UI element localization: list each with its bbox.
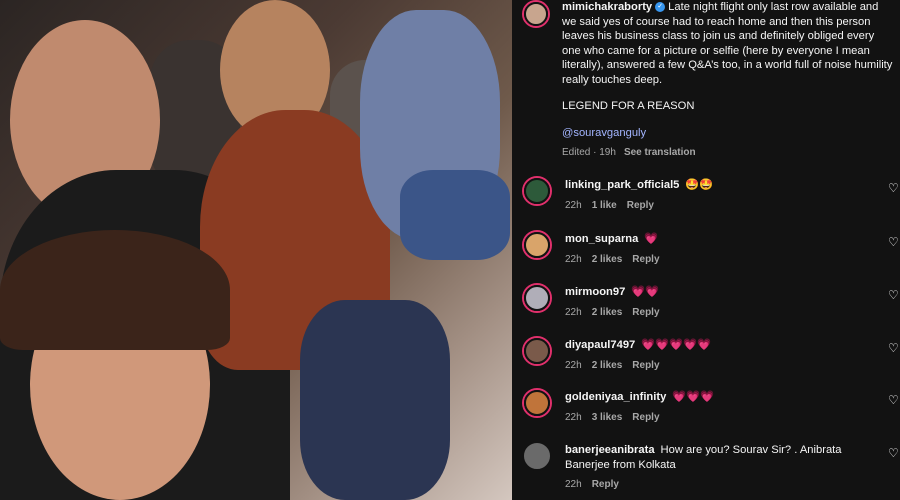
reply-button[interactable]: Reply <box>632 360 659 371</box>
comments-panel: mimichakraborty ✓ Late night flight only l… <box>512 0 900 500</box>
comment-likes[interactable]: 2 likes <box>592 360 623 371</box>
commenter-username[interactable]: goldeniyaa_infinity <box>565 391 666 403</box>
comment-text: 🤩🤩 <box>685 179 714 191</box>
comment-meta: 22h 2 likes Reply <box>565 306 870 321</box>
comment-body: mirmoon97 💗💗 22h 2 likes Reply <box>565 285 870 320</box>
heart-icon[interactable]: ♡ <box>888 447 900 459</box>
instagram-post-view: mimichakraborty ✓ Late night flight only l… <box>0 0 900 500</box>
comment-time: 22h <box>565 479 582 490</box>
comment-row: mirmoon97 💗💗 22h 2 likes Reply ♡ <box>522 283 900 323</box>
comment-time: 22h <box>565 411 582 423</box>
verified-icon: ✓ <box>655 2 666 13</box>
post-caption: mimichakraborty ✓ Late night flight only l… <box>522 0 894 161</box>
commenter-username[interactable]: mon_suparna <box>565 233 638 245</box>
commenter-avatar[interactable] <box>522 230 552 260</box>
caption-tagline: LEGEND FOR A REASON <box>562 100 695 112</box>
comment-body: goldeniyaa_infinity 💗💗💗 22h 3 likes Reply <box>565 390 870 425</box>
commenter-avatar[interactable] <box>522 336 552 366</box>
comment-row: diyapaul7497 💗💗💗💗💗 22h 2 likes Reply ♡ <box>522 336 900 376</box>
comment-row: linking_park_official5 🤩🤩 22h 1 like Reply ♡ <box>522 176 900 216</box>
commenter-avatar[interactable] <box>522 441 552 471</box>
heart-icon[interactable]: ♡ <box>888 394 900 406</box>
person-center-legs <box>300 300 450 500</box>
commenter-username[interactable]: banerjeeanibrata <box>565 444 655 456</box>
reply-button[interactable]: Reply <box>632 307 659 318</box>
comment-likes[interactable]: 2 likes <box>592 307 623 318</box>
author-username[interactable]: mimichakraborty <box>562 1 652 13</box>
comment-row: banerjeeanibrata How are you? Sourav Sir?… <box>522 441 900 490</box>
reply-button[interactable]: Reply <box>632 412 659 423</box>
comment-meta: 22h 2 likes Reply <box>565 359 870 374</box>
heart-icon[interactable]: ♡ <box>888 342 900 354</box>
comment-body: linking_park_official5 🤩🤩 22h 1 like Reply <box>565 178 870 213</box>
comment-meta: 22h 1 like Reply <box>565 199 870 214</box>
comment-likes[interactable]: 2 likes <box>592 254 623 265</box>
commenter-username[interactable]: diyapaul7497 <box>565 339 635 351</box>
comment-row: mon_suparna 💗 22h 2 likes Reply ♡ <box>522 230 900 270</box>
caption-meta: Edited · 19h See translation <box>562 146 894 161</box>
caption-row: mimichakraborty ✓ Late night flight only l… <box>522 0 894 161</box>
comment-meta: 22h Reply <box>565 478 870 493</box>
person-background-legs <box>400 170 510 260</box>
comment-time: 22h <box>565 253 582 265</box>
comment-body: mon_suparna 💗 22h 2 likes Reply <box>565 232 870 267</box>
see-translation-link[interactable]: See translation <box>624 147 696 158</box>
heart-icon[interactable]: ♡ <box>888 182 900 194</box>
edited-time: Edited · 19h <box>562 147 616 158</box>
comment-text: 💗💗💗💗💗 <box>641 339 711 351</box>
comment-likes[interactable]: 1 like <box>592 200 617 211</box>
comment-text: 💗 <box>644 233 659 245</box>
commenter-username[interactable]: mirmoon97 <box>565 286 625 298</box>
reply-button[interactable]: Reply <box>627 200 654 211</box>
author-avatar[interactable] <box>522 0 550 28</box>
commenter-avatar[interactable] <box>522 283 552 313</box>
comment-text: 💗💗💗 <box>672 391 715 403</box>
comment-meta: 22h 3 likes Reply <box>565 411 870 426</box>
comment-time: 22h <box>565 199 582 211</box>
comment-time: 22h <box>565 306 582 318</box>
person-front-hair <box>0 230 230 350</box>
commenter-avatar[interactable] <box>522 176 552 206</box>
comment-likes[interactable]: 3 likes <box>592 412 623 423</box>
caption-body: Late night flight only last row availabl… <box>562 1 893 86</box>
mention-link[interactable]: @souravganguly <box>562 126 894 141</box>
heart-icon[interactable]: ♡ <box>888 236 900 248</box>
reply-button[interactable]: Reply <box>632 254 659 265</box>
comment-body: banerjeeanibrata How are you? Sourav Sir?… <box>565 443 870 493</box>
comment-row: goldeniyaa_infinity 💗💗💗 22h 3 likes Reply ♡ <box>522 388 900 428</box>
heart-icon[interactable]: ♡ <box>888 289 900 301</box>
reply-button[interactable]: Reply <box>592 479 619 490</box>
comment-time: 22h <box>565 359 582 371</box>
commenter-username[interactable]: linking_park_official5 <box>565 179 679 191</box>
caption-text-block: mimichakraborty ✓ Late night flight only l… <box>562 0 894 161</box>
commenter-avatar[interactable] <box>522 388 552 418</box>
comment-text: 💗💗 <box>631 286 660 298</box>
comment-meta: 22h 2 likes Reply <box>565 253 870 268</box>
post-photo[interactable] <box>0 0 512 500</box>
comment-body: diyapaul7497 💗💗💗💗💗 22h 2 likes Reply <box>565 338 870 373</box>
